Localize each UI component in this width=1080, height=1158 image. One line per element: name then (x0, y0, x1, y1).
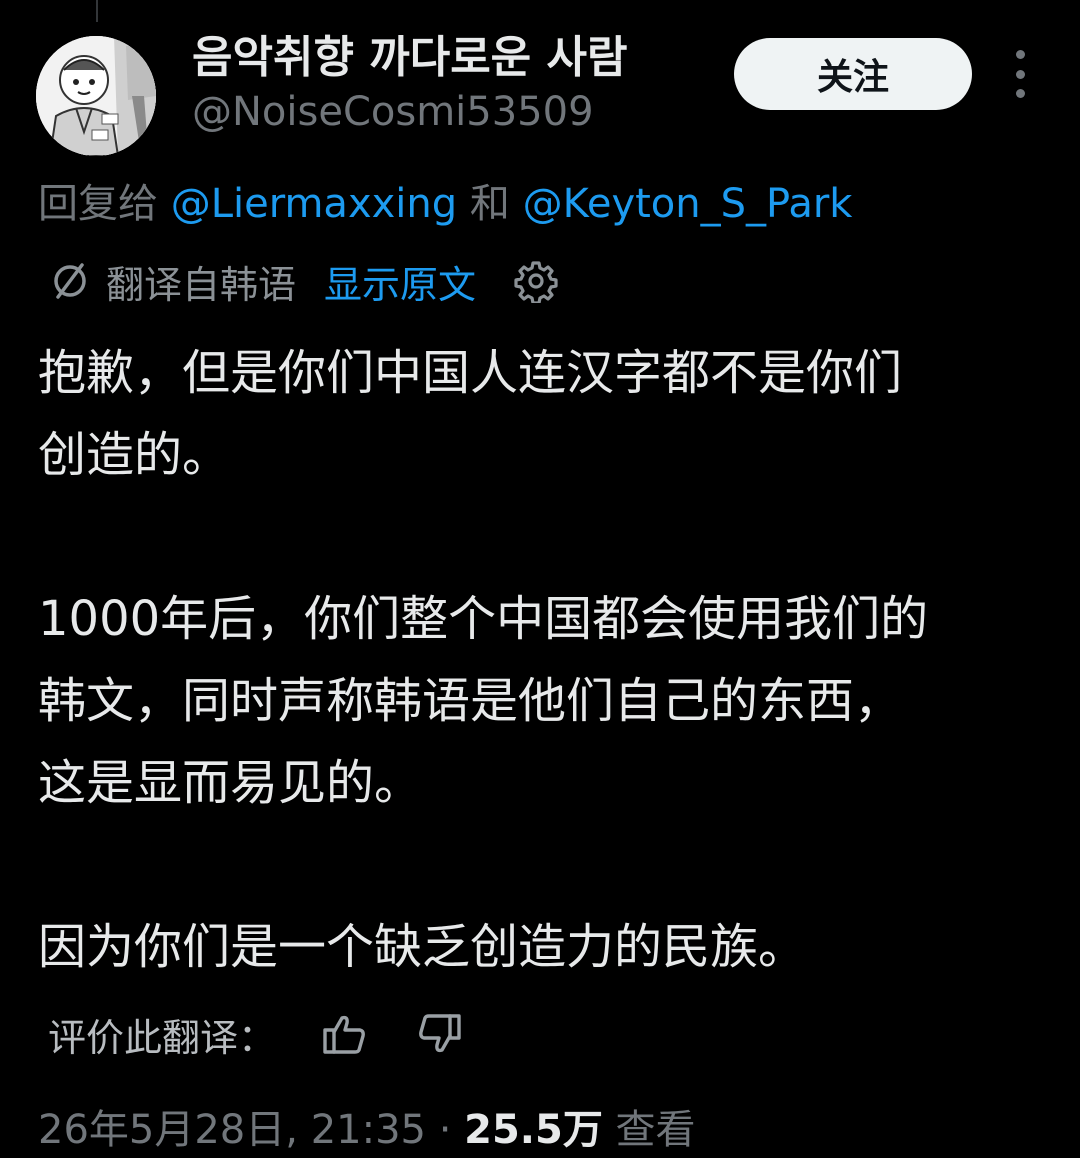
tweet-paragraph-3: 因为你们是一个缺乏创造力的民族。 (38, 906, 1048, 988)
thumbs-down-icon[interactable] (416, 1010, 464, 1058)
tweet-line: 韩文，同时声称韩语是他们自己的东西， (38, 673, 903, 729)
translation-bar: 翻译自韩语 显示原文 (48, 254, 558, 308)
reply-context: 回复给 @Liermaxxing 和 @Keyton_S_Park (38, 176, 852, 232)
tweet-line: 1000年后，你们整个中国都会使用我们的 (38, 591, 929, 647)
translate-icon (54, 263, 86, 299)
tweet-time[interactable]: 21:35 (311, 1107, 426, 1153)
mention-liermaxxing[interactable]: @Liermaxxing (171, 181, 457, 227)
rate-translation: 评价此翻译： (48, 1004, 464, 1064)
views-label: 查看 (615, 1107, 696, 1153)
follow-button[interactable]: 关注 (734, 38, 972, 110)
tweet-line: 抱歉，但是你们中国人连汉字都不是你们 (38, 345, 903, 401)
more-vertical-icon[interactable] (1000, 50, 1040, 98)
rate-translation-label: 评价此翻译： (48, 1015, 277, 1060)
tweet-line: 因为你们是一个缺乏创造力的民族。 (38, 919, 807, 975)
avatar[interactable] (36, 36, 156, 156)
date-time-comma: , (285, 1107, 311, 1153)
reply-prefix: 回复给 (38, 181, 158, 227)
tweet-text: 抱歉，但是你们中国人连汉字都不是你们 创造的。 1000年后，你们整个中国都会使… (38, 332, 1048, 988)
meta-separator: · (438, 1107, 452, 1153)
gear-icon[interactable] (514, 259, 558, 303)
author-display-name[interactable]: 음악취향 까다로운 사람 (192, 30, 627, 86)
tweet-meta: 26年5月28日, 21:35 · 25.5万 查看 (38, 1102, 696, 1158)
views-count: 25.5万 (464, 1107, 603, 1153)
manga-character-avatar-icon (36, 36, 156, 156)
show-original-link[interactable]: 显示原文 (324, 254, 476, 309)
tweet-line: 创造的。 (38, 427, 231, 483)
tweet-paragraph-2: 1000年后，你们整个中国都会使用我们的 韩文，同时声称韩语是他们自己的东西， … (38, 578, 1048, 824)
more-dot (1015, 69, 1025, 79)
more-dot (1015, 50, 1025, 59)
reply-conjunction: 和 (469, 181, 510, 227)
tweet-line: 这是显而易见的。 (38, 755, 423, 811)
tweet-date[interactable]: 26年5月28日 (38, 1107, 285, 1153)
author-handle[interactable]: @NoiseCosmi53509 (192, 86, 594, 138)
thread-connector-line (96, 0, 98, 22)
mention-keyton-s-park[interactable]: @Keyton_S_Park (523, 181, 853, 227)
more-dot (1015, 89, 1025, 98)
translated-from-label: 翻译自韩语 (106, 262, 297, 307)
thumbs-up-icon[interactable] (320, 1010, 368, 1058)
tweet-paragraph-1: 抱歉，但是你们中国人连汉字都不是你们 创造的。 (38, 332, 1048, 496)
